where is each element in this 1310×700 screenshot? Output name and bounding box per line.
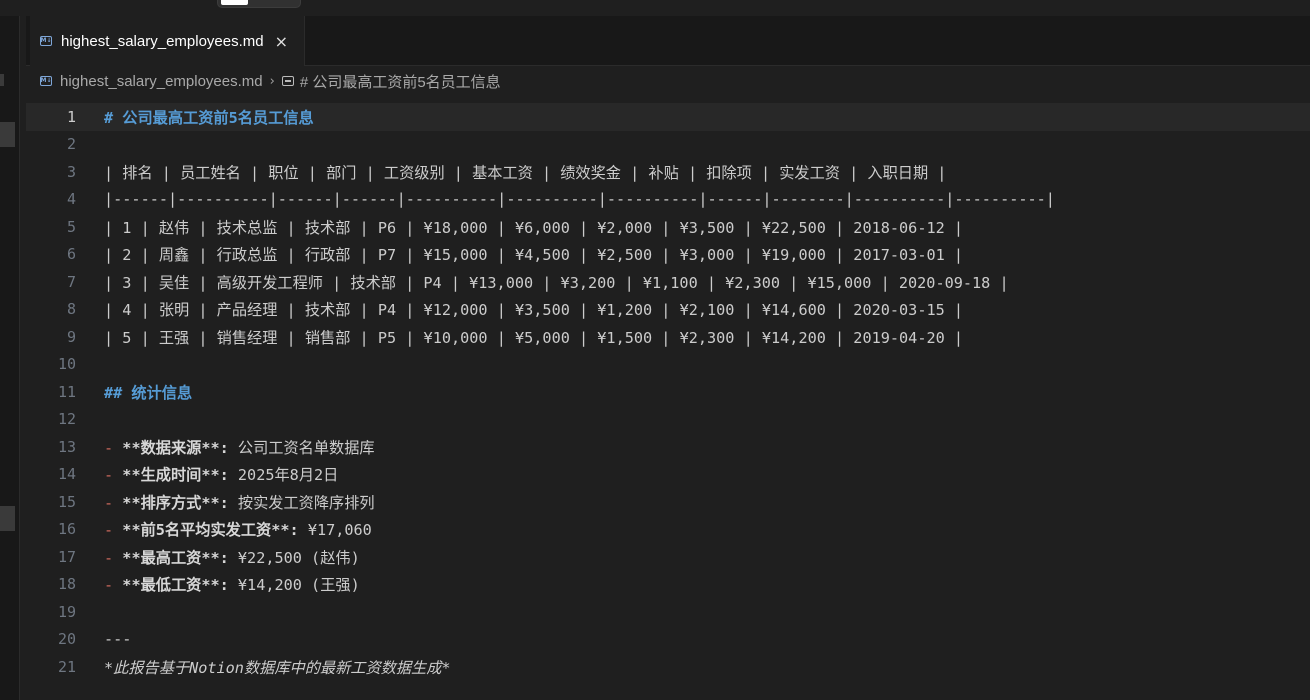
editor-line[interactable]: 3 | 排名 | 员工姓名 | 职位 | 部门 | 工资级别 | 基本工资 | 绩… bbox=[26, 158, 1310, 186]
editor-line[interactable]: 8 | 4 | 张明 | 产品经理 | 技术部 | P4 | ¥12,000 | … bbox=[26, 296, 1310, 324]
line-content: - **前5名平均实发工资**: ¥17,060 bbox=[104, 518, 372, 540]
line-content: | 3 | 吴佳 | 高级开发工程师 | 技术部 | P4 | ¥13,000 … bbox=[104, 273, 1009, 292]
editor-line[interactable]: 9 | 5 | 王强 | 销售经理 | 销售部 | P5 | ¥10,000 | … bbox=[26, 323, 1310, 351]
tab-bar: M↓ highest_salary_employees.md × bbox=[26, 16, 1310, 66]
editor-line[interactable]: 17 - **最高工资**: ¥22,500 (赵伟) bbox=[26, 543, 1310, 571]
value-text: ¥17,060 bbox=[298, 521, 372, 540]
line-content: - **最高工资**: ¥22,500 (赵伟) bbox=[104, 546, 360, 568]
editor-line[interactable]: 21 *此报告基于Notion数据库中的最新工资数据生成* bbox=[26, 653, 1310, 681]
value-text: 2025年8月2日 bbox=[228, 466, 339, 485]
line-content: - **排序方式**: 按实发工资降序排列 bbox=[104, 491, 375, 513]
editor-line[interactable]: 6 | 2 | 周鑫 | 行政总监 | 行政部 | P7 | ¥15,000 | … bbox=[26, 241, 1310, 269]
list-marker: - bbox=[104, 576, 123, 595]
line-number: 15 bbox=[57, 492, 76, 511]
breadcrumb-file[interactable]: highest_salary_employees.md bbox=[60, 73, 263, 90]
tab-label: highest_salary_employees.md bbox=[61, 32, 264, 50]
search-chip bbox=[221, 0, 248, 5]
line-content: --- bbox=[104, 630, 132, 649]
line-number: 7 bbox=[66, 272, 76, 291]
symbol-icon bbox=[281, 76, 294, 86]
line-number: 3 bbox=[66, 162, 76, 181]
line-content: - **最低工资**: ¥14,200 (王强) bbox=[104, 573, 360, 595]
line-number: 10 bbox=[57, 355, 76, 374]
line-content: # 公司最高工资前5名员工信息 bbox=[104, 108, 314, 127]
editor-line[interactable]: 1 # 公司最高工资前5名员工信息 bbox=[26, 103, 1310, 131]
editor-line[interactable]: 11 ## 统计信息 bbox=[26, 378, 1310, 406]
editor-line[interactable]: 10 bbox=[26, 351, 1310, 379]
editor-line[interactable]: 5 | 1 | 赵伟 | 技术总监 | 技术部 | P6 | ¥18,000 | … bbox=[26, 213, 1310, 241]
editor-line[interactable]: 20 --- bbox=[26, 626, 1310, 654]
chevron-right-icon: › bbox=[269, 73, 275, 89]
line-number: 16 bbox=[57, 520, 76, 539]
editor-line[interactable]: 4 |------|----------|------|------|------… bbox=[26, 186, 1310, 214]
activity-bar bbox=[0, 16, 20, 700]
editor-line[interactable]: 13 - **数据来源**: 公司工资名单数据库 bbox=[26, 433, 1310, 461]
list-marker: - bbox=[104, 493, 123, 512]
value-text: ¥22,500 (赵伟) bbox=[228, 548, 360, 567]
line-content: - **生成时间**: 2025年8月2日 bbox=[104, 463, 338, 485]
line-number: 4 bbox=[66, 190, 76, 209]
bold-label: **最高工资**: bbox=[122, 548, 229, 567]
line-number: 11 bbox=[57, 382, 76, 401]
line-content: *此报告基于Notion数据库中的最新工资数据生成* bbox=[104, 658, 451, 677]
close-icon[interactable]: × bbox=[275, 32, 288, 51]
line-content: | 1 | 赵伟 | 技术总监 | 技术部 | P6 | ¥18,000 | ¥… bbox=[104, 218, 964, 237]
breadcrumb: M↓ highest_salary_employees.md › # 公司最高工… bbox=[40, 70, 501, 92]
line-number: 19 bbox=[57, 602, 76, 621]
editor-line[interactable]: 15 - **排序方式**: 按实发工资降序排列 bbox=[26, 488, 1310, 516]
bold-label: **数据来源**: bbox=[122, 438, 229, 457]
list-marker: - bbox=[104, 548, 123, 567]
line-number: 5 bbox=[66, 217, 76, 236]
line-content: - **数据来源**: 公司工资名单数据库 bbox=[104, 436, 375, 458]
editor-text-area[interactable]: 1 # 公司最高工资前5名员工信息 2 3 | 排名 | 员工姓名 | 职位 | 部门 … bbox=[26, 103, 1310, 700]
value-text: 按实发工资降序排列 bbox=[228, 493, 375, 512]
bold-label: **前5名平均实发工资**: bbox=[122, 521, 299, 540]
bold-label: **最低工资**: bbox=[122, 576, 229, 595]
line-content: | 5 | 王强 | 销售经理 | 销售部 | P5 | ¥10,000 | ¥… bbox=[104, 328, 964, 347]
top-search-box[interactable] bbox=[217, 0, 301, 8]
line-content: ## 统计信息 bbox=[104, 383, 193, 402]
activity-item[interactable] bbox=[0, 506, 15, 531]
bold-label: **生成时间**: bbox=[122, 466, 229, 485]
line-number: 17 bbox=[57, 547, 76, 566]
title-bar bbox=[0, 0, 1310, 16]
editor-line[interactable]: 19 bbox=[26, 598, 1310, 626]
line-number: 1 bbox=[66, 107, 76, 126]
editor-line[interactable]: 16 - **前5名平均实发工资**: ¥17,060 bbox=[26, 516, 1310, 544]
editor-line[interactable]: 18 - **最低工资**: ¥14,200 (王强) bbox=[26, 571, 1310, 599]
bold-label: **排序方式**: bbox=[122, 493, 229, 512]
line-number: 21 bbox=[57, 657, 76, 676]
activity-item[interactable] bbox=[0, 122, 15, 147]
line-number: 2 bbox=[66, 135, 76, 154]
line-number: 9 bbox=[66, 327, 76, 346]
line-content: | 4 | 张明 | 产品经理 | 技术部 | P4 | ¥12,000 | ¥… bbox=[104, 301, 964, 320]
line-number: 6 bbox=[66, 245, 76, 264]
line-content: |------|----------|------|------|-------… bbox=[104, 190, 1055, 209]
editor-line[interactable]: 14 - **生成时间**: 2025年8月2日 bbox=[26, 461, 1310, 489]
editor-line[interactable]: 7 | 3 | 吴佳 | 高级开发工程师 | 技术部 | P4 | ¥13,000… bbox=[26, 268, 1310, 296]
line-number: 18 bbox=[57, 575, 76, 594]
list-marker: - bbox=[104, 521, 123, 540]
activity-marker[interactable] bbox=[0, 74, 4, 86]
breadcrumb-symbol[interactable]: # 公司最高工资前5名员工信息 bbox=[300, 71, 501, 92]
editor-line[interactable]: 12 bbox=[26, 406, 1310, 434]
markdown-icon: M↓ bbox=[40, 36, 52, 46]
line-number: 13 bbox=[57, 437, 76, 456]
list-marker: - bbox=[104, 466, 123, 485]
line-number: 12 bbox=[57, 410, 76, 429]
markdown-icon: M↓ bbox=[40, 76, 52, 86]
value-text: 公司工资名单数据库 bbox=[228, 438, 375, 457]
editor-line[interactable]: 2 bbox=[26, 131, 1310, 159]
tab-highest-salary-employees[interactable]: M↓ highest_salary_employees.md × bbox=[30, 16, 305, 66]
list-marker: - bbox=[104, 438, 123, 457]
line-number: 14 bbox=[57, 465, 76, 484]
line-number: 8 bbox=[66, 300, 76, 319]
line-content: | 2 | 周鑫 | 行政总监 | 行政部 | P7 | ¥15,000 | ¥… bbox=[104, 246, 964, 265]
line-number: 20 bbox=[57, 630, 76, 649]
value-text: ¥14,200 (王强) bbox=[228, 576, 360, 595]
line-content: | 排名 | 员工姓名 | 职位 | 部门 | 工资级别 | 基本工资 | 绩效… bbox=[104, 163, 947, 182]
